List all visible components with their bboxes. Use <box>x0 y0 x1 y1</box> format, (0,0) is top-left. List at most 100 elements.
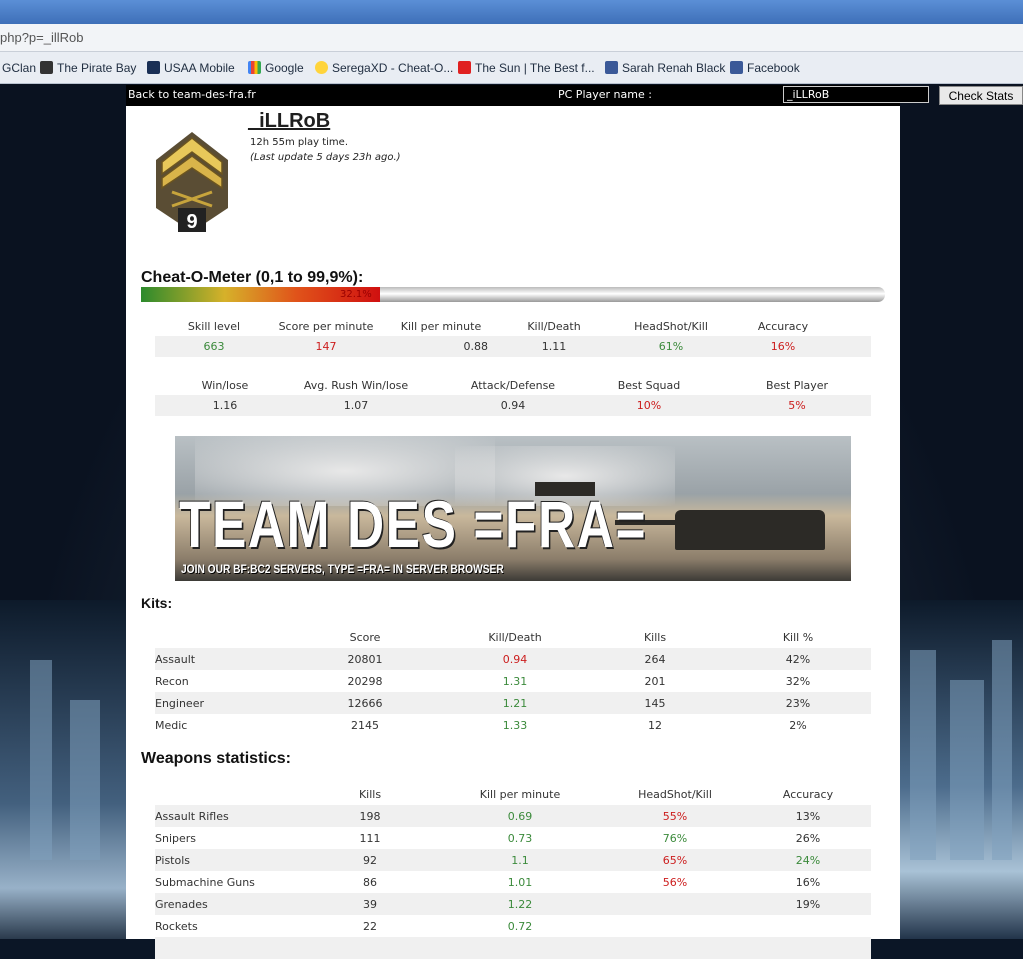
weapon-hs: 65% <box>605 849 745 871</box>
bookmark-piratebay[interactable]: The Pirate Bay <box>40 61 136 75</box>
stat2-value-1: 1.07 <box>343 399 369 412</box>
bookmark-thesun[interactable]: The Sun | The Best f... <box>458 61 595 75</box>
back-link[interactable]: Back to team-des-fra.fr <box>128 88 256 101</box>
kit-score: 20801 <box>285 648 445 670</box>
last-update-text: (Last update 5 days 23h ago.) <box>250 152 401 163</box>
url-text[interactable]: php?p=_illRob <box>0 30 83 45</box>
bookmark-label: USAA Mobile <box>164 61 235 75</box>
weapon-kpm: 1.01 <box>507 875 533 889</box>
playtime-text: 12h 55m play time. <box>250 137 349 148</box>
weapon-hs <box>605 915 745 937</box>
banner-title: TEAM DES =FRA= <box>179 487 648 561</box>
rank-number: 9 <box>186 211 197 233</box>
weapon-acc <box>745 915 871 937</box>
kits-table: Score Kill/Death Kills Kill % Assault 20… <box>155 626 871 736</box>
cheat-meter-bar: 32.1% <box>141 287 885 302</box>
weapon-name: Rockets <box>155 919 198 933</box>
bookmark-label: GClan <box>2 61 37 75</box>
player-name-input[interactable] <box>783 86 929 103</box>
team-banner-image[interactable]: TEAM DES =FRA= JOIN OUR BF:BC2 SERVERS, … <box>175 436 851 581</box>
table-row: Pistols 92 1.1 65% 24% <box>155 849 871 871</box>
bookmark-gclan[interactable]: GClan <box>2 61 36 75</box>
weapon-hs: 55% <box>605 805 745 827</box>
weapon-kills: 86 <box>363 875 377 889</box>
player-name-heading[interactable]: _iLLRoB <box>248 110 330 133</box>
stats-top-bar: Back to team-des-fra.fr PC Player name :… <box>126 85 1023 106</box>
stat2-header-2: Attack/Defense <box>470 379 556 392</box>
weapon-hs: 76% <box>662 831 688 845</box>
city-skyline-right <box>900 600 1023 939</box>
weapons-table: Kills Kill per minute HeadShot/Kill Accu… <box>155 783 871 959</box>
cheat-meter-title: Cheat-O-Meter (0,1 to 99,9%): <box>141 269 364 286</box>
address-bar[interactable]: php?p=_illRob <box>0 24 1023 52</box>
weapon-kpm: 1.1 <box>435 849 605 871</box>
weapon-kills: 92 <box>305 849 435 871</box>
weapon-name: Grenades <box>155 893 305 915</box>
table-row <box>155 937 871 959</box>
weapon-acc: 16% <box>795 875 821 889</box>
player-name-label: PC Player name : <box>558 88 652 101</box>
kit-score: 12666 <box>285 692 445 714</box>
stat1-header-2: Kill per minute <box>400 320 482 333</box>
kits-header-score: Score <box>349 630 381 644</box>
kit-kills: 145 <box>585 692 725 714</box>
weapon-kpm: 0.72 <box>507 919 533 933</box>
table-row: Snipers 111 0.73 76% 26% <box>155 827 871 849</box>
weapons-title: Weapons statistics: <box>141 750 291 767</box>
kit-killpct: 23% <box>725 692 871 714</box>
bookmark-sarah[interactable]: Sarah Renah Black <box>605 61 725 75</box>
table-row: Recon 20298 1.31 201 32% <box>155 670 871 692</box>
weapons-header-kills: Kills <box>358 787 382 801</box>
bookmark-label: The Sun | The Best f... <box>475 61 595 75</box>
stat1-header-1: Score per minute <box>278 320 374 333</box>
table-row: Rockets 22 0.72 <box>155 915 871 937</box>
kit-kd: 1.31 <box>502 674 528 688</box>
bookmark-facebook[interactable]: Facebook <box>730 61 800 75</box>
facebook-icon <box>730 61 743 74</box>
the-sun-icon <box>458 61 471 74</box>
table-row: Medic 2145 1.33 12 2% <box>155 714 871 736</box>
stat2-value-2: 0.94 <box>500 399 526 412</box>
kit-name: Engineer <box>155 692 285 714</box>
rank-insignia-icon: 9 <box>156 132 228 233</box>
check-stats-button[interactable]: Check Stats <box>939 86 1023 105</box>
kit-kills: 201 <box>644 674 666 688</box>
weapon-kills: 22 <box>363 919 377 933</box>
bookmark-seregaxd[interactable]: SeregaXD - Cheat-O... <box>315 61 453 75</box>
weapon-name: Submachine Guns <box>155 875 255 889</box>
kit-killpct: 32% <box>785 674 811 688</box>
facebook-icon <box>605 61 618 74</box>
table-row: Assault 20801 0.94 264 42% <box>155 648 871 670</box>
smiley-icon <box>315 61 328 74</box>
bookmark-label: The Pirate Bay <box>57 61 137 75</box>
browser-titlebar <box>0 0 1023 24</box>
kit-score: 20298 <box>347 674 383 688</box>
stat2-value-4: 5% <box>788 399 806 412</box>
cheat-meter-value: 32.1% <box>340 289 372 300</box>
kit-name: Recon <box>155 674 189 688</box>
weapon-acc: 19% <box>745 893 871 915</box>
weapon-name: Pistols <box>155 849 305 871</box>
kits-header-row: Score Kill/Death Kills Kill % <box>155 626 871 648</box>
kit-score: 2145 <box>351 718 379 732</box>
kits-header-kills: Kills <box>643 630 667 644</box>
banner-subtitle: JOIN OUR BF:BC2 SERVERS, TYPE =FRA= IN S… <box>181 562 504 576</box>
stat2-header-0: Win/lose <box>201 379 249 392</box>
weapon-acc: 24% <box>745 849 871 871</box>
stat1-value-2: 0.88 <box>463 340 489 353</box>
weapon-acc: 26% <box>795 831 821 845</box>
weapon-kpm: 0.73 <box>507 831 533 845</box>
weapon-kills: 111 <box>359 831 381 845</box>
table-row: Assault Rifles 198 0.69 55% 13% <box>155 805 871 827</box>
stat2-header-3: Best Squad <box>617 379 681 392</box>
weapon-kpm: 0.69 <box>435 805 605 827</box>
stat1-header-5: Accuracy <box>757 320 809 333</box>
weapon-kills: 39 <box>305 893 435 915</box>
kits-header-killpct: Kill % <box>782 630 814 644</box>
kits-header-kd: Kill/Death <box>488 630 542 644</box>
bookmark-google[interactable]: Google <box>248 61 304 75</box>
stat1-value-5: 16% <box>770 340 796 353</box>
weapons-header-kpm: Kill per minute <box>479 787 561 801</box>
table-row: Submachine Guns 86 1.01 56% 16% <box>155 871 871 893</box>
bookmark-usaa[interactable]: USAA Mobile <box>147 61 235 75</box>
